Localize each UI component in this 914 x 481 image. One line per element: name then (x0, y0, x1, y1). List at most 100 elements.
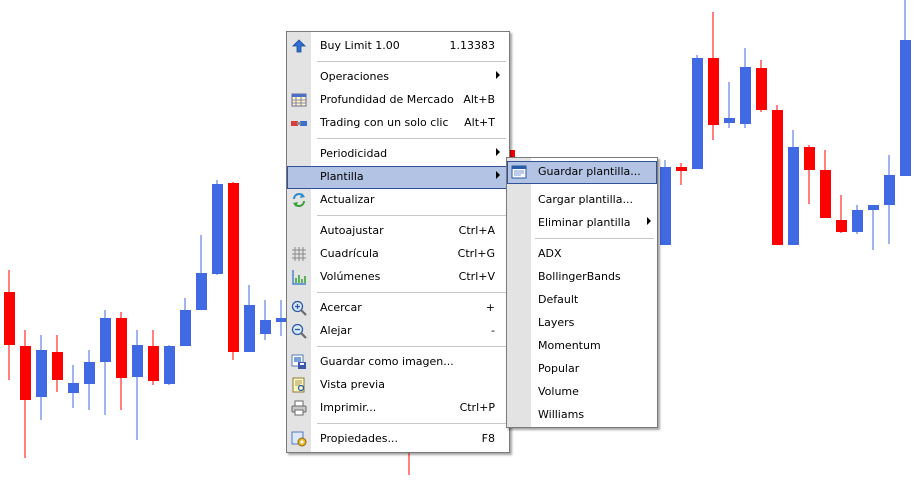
candle-body (820, 170, 831, 218)
submenu-arrow-icon (496, 148, 500, 156)
menu-item-cargar-plantilla[interactable]: Cargar plantilla... (507, 189, 657, 212)
candle-body (836, 220, 847, 232)
candle-body (228, 183, 239, 352)
menu-item-autoajustar[interactable]: Autoajustar Ctrl+A (287, 220, 509, 243)
template-label: Default (538, 293, 579, 306)
candle-body (4, 292, 15, 345)
menu-separator (317, 138, 506, 139)
template-item-layers[interactable]: Layers (507, 312, 657, 335)
candle-body (740, 67, 751, 124)
acercar-label: Acercar (320, 301, 362, 314)
menu-item-guardar-como-imagen[interactable]: Guardar como imagen... (287, 351, 509, 374)
volumes-icon (292, 270, 306, 285)
candle-body (900, 40, 911, 176)
save-template-icon (511, 165, 527, 179)
template-item-default[interactable]: Default (507, 289, 657, 312)
menu-item-buy-limit[interactable]: Buy Limit 1.00 1.13383 (287, 35, 509, 58)
template-item-williams[interactable]: Williams (507, 404, 657, 427)
candle-body (756, 68, 767, 110)
template-item-adx[interactable]: ADX (507, 243, 657, 266)
menu-item-vista-previa[interactable]: Vista previa (287, 374, 509, 397)
one-click-label: Trading con un solo clic (320, 116, 449, 129)
candle-body (84, 362, 95, 384)
imprimir-label: Imprimir... (320, 401, 377, 414)
print-preview-icon (292, 377, 305, 393)
menu-separator (317, 292, 506, 293)
template-label: Williams (538, 408, 585, 421)
menu-item-plantilla[interactable]: Plantilla (287, 166, 509, 189)
menu-item-guardar-plantilla[interactable]: Guardar plantilla... (507, 161, 657, 184)
template-item-volume[interactable]: Volume (507, 381, 657, 404)
menu-item-alejar[interactable]: Alejar - (287, 320, 509, 343)
candle-body (244, 305, 255, 352)
candle-body (692, 58, 703, 169)
candle-body (260, 320, 271, 334)
candle-body (708, 58, 719, 125)
submenu-arrow-icon (647, 217, 651, 225)
template-label: Volume (538, 385, 579, 398)
candle-body (180, 310, 191, 346)
menu-item-acercar[interactable]: Acercar + (287, 297, 509, 320)
candle-body (788, 147, 799, 245)
autoajustar-label: Autoajustar (320, 224, 384, 237)
candle-body (772, 110, 783, 245)
candle-body (212, 184, 223, 274)
actualizar-label: Actualizar (320, 193, 375, 206)
chart-context-menu: Buy Limit 1.00 1.13383 Operaciones Profu… (286, 31, 510, 453)
menu-separator (317, 61, 506, 62)
template-item-bollingerbands[interactable]: BollingerBands (507, 266, 657, 289)
menu-item-operaciones[interactable]: Operaciones (287, 66, 509, 89)
template-label: Momentum (538, 339, 601, 352)
printer-icon (291, 400, 307, 416)
template-label: Layers (538, 316, 575, 329)
propiedades-label: Propiedades... (320, 432, 398, 445)
menu-item-cuadricula[interactable]: Cuadrícula Ctrl+G (287, 243, 509, 266)
template-item-momentum[interactable]: Momentum (507, 335, 657, 358)
menu-item-profundidad-de-mercado[interactable]: Profundidad de Mercado Alt+B (287, 89, 509, 112)
menu-item-periodicidad[interactable]: Periodicidad (287, 143, 509, 166)
profundidad-label: Profundidad de Mercado (320, 93, 454, 106)
alejar-shortcut: - (491, 324, 495, 337)
candle-body (116, 318, 127, 378)
periodicidad-label: Periodicidad (320, 147, 388, 160)
one-click-icon (291, 121, 307, 126)
menu-separator (317, 346, 506, 347)
menu-item-imprimir[interactable]: Imprimir... Ctrl+P (287, 397, 509, 420)
buy-limit-label: Buy Limit 1.00 (320, 39, 400, 52)
imprimir-shortcut: Ctrl+P (459, 401, 495, 414)
template-label: Popular (538, 362, 580, 375)
candle-body (36, 350, 47, 397)
candle-body (164, 346, 175, 384)
menu-item-eliminar-plantilla[interactable]: Eliminar plantilla (507, 212, 657, 235)
volumenes-shortcut: Ctrl+V (458, 270, 495, 283)
candle-body (52, 352, 63, 380)
candle-body (660, 167, 671, 245)
save-image-icon (291, 354, 306, 369)
autoajustar-shortcut: Ctrl+A (458, 224, 495, 237)
candle-body (884, 175, 895, 205)
up-arrow-icon (292, 39, 306, 53)
profundidad-shortcut: Alt+B (463, 93, 495, 106)
operaciones-label: Operaciones (320, 70, 389, 83)
menu-item-actualizar[interactable]: Actualizar (287, 189, 509, 212)
alejar-label: Alejar (320, 324, 352, 337)
acercar-shortcut: + (485, 301, 495, 314)
one-click-shortcut: Alt+T (464, 116, 495, 129)
candle-body (68, 383, 79, 393)
propiedades-shortcut: F8 (481, 432, 495, 445)
candle-body (724, 118, 735, 123)
submenu-arrow-icon (496, 171, 500, 179)
template-item-popular[interactable]: Popular (507, 358, 657, 381)
volumenes-label: Volúmenes (320, 270, 381, 283)
candle-body (132, 345, 143, 377)
menu-separator (317, 423, 506, 424)
menu-separator (535, 238, 654, 239)
plantilla-submenu: Guardar plantilla... Cargar plantilla...… (506, 157, 658, 428)
vista-previa-label: Vista previa (320, 378, 385, 391)
market-depth-icon (291, 93, 307, 107)
menu-item-one-click-trading[interactable]: Trading con un solo clic Alt+T (287, 112, 509, 135)
refresh-icon (293, 193, 305, 207)
candle-body (100, 318, 111, 362)
menu-item-propiedades[interactable]: Propiedades... F8 (287, 428, 509, 451)
menu-item-volumenes[interactable]: Volúmenes Ctrl+V (287, 266, 509, 289)
